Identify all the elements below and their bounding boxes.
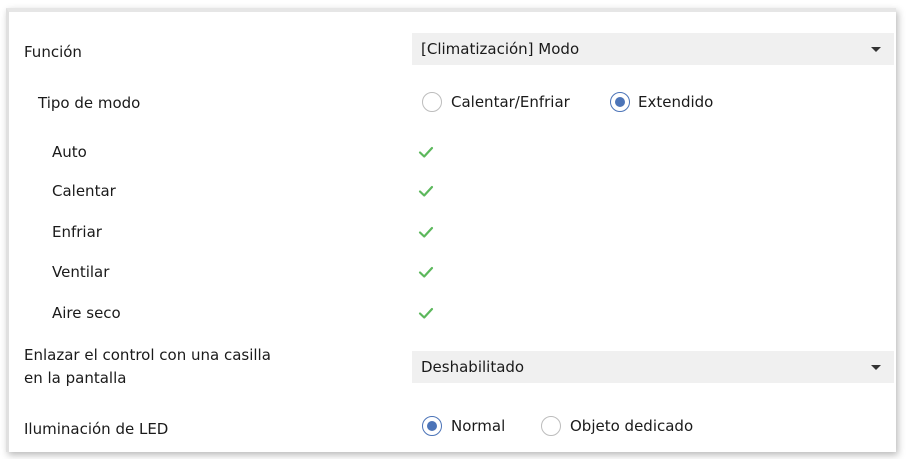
radio-normal-label[interactable]: Normal — [451, 417, 505, 435]
radio-objeto-dedicado[interactable] — [541, 416, 561, 436]
radio-calentar-enfriar-label[interactable]: Calentar/Enfriar — [451, 93, 570, 111]
radio-extendido[interactable] — [610, 92, 630, 112]
checkbox-auto[interactable] — [416, 142, 436, 162]
mode-label-auto: Auto — [52, 143, 87, 161]
chevron-down-icon — [871, 47, 881, 52]
radio-selected-dot — [427, 421, 437, 431]
enlazar-select-value: Deshabilitado — [421, 358, 525, 376]
funcion-label: Función — [24, 43, 82, 61]
parameters-panel — [6, 8, 896, 452]
check-icon — [418, 185, 434, 197]
radio-extendido-label[interactable]: Extendido — [638, 93, 713, 111]
check-icon — [418, 307, 434, 319]
led-label: Iluminación de LED — [24, 420, 169, 438]
check-icon — [418, 266, 434, 278]
enlazar-label-line2: en la pantalla — [24, 369, 127, 387]
radio-normal[interactable] — [422, 416, 442, 436]
mode-label-aire-seco: Aire seco — [52, 304, 121, 322]
mode-label-ventilar: Ventilar — [52, 263, 110, 281]
radio-calentar-enfriar[interactable] — [422, 92, 442, 112]
checkbox-enfriar[interactable] — [416, 222, 436, 242]
checkbox-calentar[interactable] — [416, 181, 436, 201]
chevron-down-icon — [871, 365, 881, 370]
radio-selected-dot — [615, 97, 625, 107]
enlazar-label-line1: Enlazar el control con una casilla — [24, 346, 271, 364]
mode-label-enfriar: Enfriar — [52, 223, 102, 241]
funcion-select-value: [Climatización] Modo — [421, 40, 580, 58]
radio-objeto-dedicado-label[interactable]: Objeto dedicado — [570, 417, 693, 435]
check-icon — [418, 226, 434, 238]
check-icon — [418, 146, 434, 158]
mode-label-calentar: Calentar — [52, 182, 116, 200]
checkbox-aire-seco[interactable] — [416, 303, 436, 323]
funcion-select[interactable]: [Climatización] Modo — [412, 33, 894, 65]
enlazar-select[interactable]: Deshabilitado — [412, 351, 894, 383]
tipo-modo-label: Tipo de modo — [38, 94, 141, 112]
checkbox-ventilar[interactable] — [416, 262, 436, 282]
